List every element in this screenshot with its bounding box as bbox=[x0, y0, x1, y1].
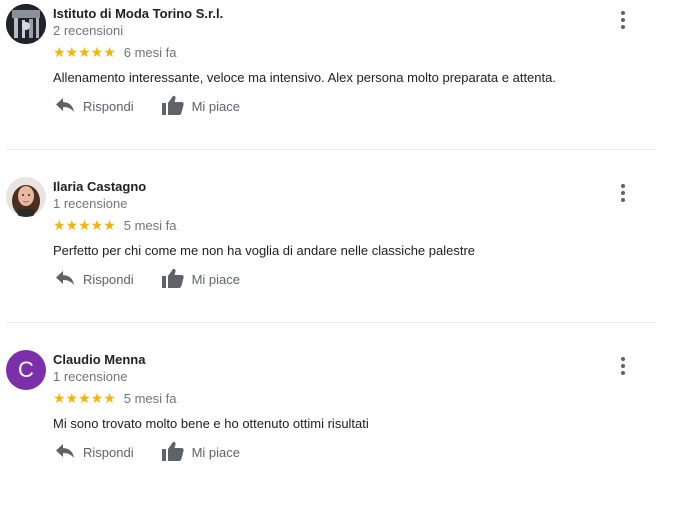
reply-button[interactable]: Rispondi bbox=[55, 443, 134, 462]
reviewer-avatar[interactable]: C bbox=[6, 350, 46, 390]
reviewer-avatar[interactable] bbox=[6, 177, 46, 217]
more-vert-icon bbox=[613, 11, 633, 36]
star-rating: ★★★★★ bbox=[53, 217, 116, 233]
review-time: 6 mesi fa bbox=[123, 45, 177, 60]
reply-label: Rispondi bbox=[83, 272, 134, 287]
review-count: 1 recensione bbox=[53, 369, 128, 384]
reviewer-name[interactable]: Claudio Menna bbox=[53, 352, 145, 367]
thumbs-up-icon bbox=[161, 268, 192, 291]
like-label: Mi piace bbox=[191, 445, 241, 460]
review-text: Mi sono trovato molto bene e ho ottenuto… bbox=[53, 416, 369, 431]
reviewer-name[interactable]: Istituto di Moda Torino S.r.l. bbox=[53, 6, 223, 21]
review-actions: Rispondi Mi piace bbox=[55, 95, 240, 118]
rating-row: ★★★★★ 5 mesi fa bbox=[53, 217, 177, 234]
review-time: 5 mesi fa bbox=[123, 391, 177, 406]
star-rating: ★★★★★ bbox=[53, 44, 116, 60]
rating-row: ★★★★★ 5 mesi fa bbox=[53, 390, 177, 407]
divider bbox=[6, 322, 656, 323]
rating-row: ★★★★★ 6 mesi fa bbox=[53, 44, 177, 61]
review-actions: Rispondi Mi piace bbox=[55, 268, 240, 291]
reviewer-avatar[interactable] bbox=[6, 4, 46, 44]
like-label: Mi piace bbox=[191, 99, 241, 114]
like-label: Mi piace bbox=[191, 272, 241, 287]
thumbs-up-icon bbox=[161, 441, 192, 464]
review-card: C Claudio Menna 1 recensione ★★★★★ 5 mes… bbox=[0, 346, 674, 486]
reply-icon bbox=[55, 270, 83, 289]
more-vert-icon bbox=[613, 184, 633, 209]
reviewer-name[interactable]: Ilaria Castagno bbox=[53, 179, 146, 194]
reply-icon bbox=[55, 97, 83, 116]
reply-icon bbox=[55, 443, 83, 462]
thumbs-up-icon bbox=[161, 95, 192, 118]
more-options-button[interactable] bbox=[613, 181, 633, 205]
divider bbox=[6, 149, 656, 150]
review-text: Perfetto per chi come me non ha voglia d… bbox=[53, 243, 476, 258]
like-button[interactable]: Mi piace bbox=[161, 95, 241, 118]
more-options-button[interactable] bbox=[613, 8, 633, 32]
reply-label: Rispondi bbox=[83, 99, 134, 114]
reply-label: Rispondi bbox=[83, 445, 134, 460]
reply-button[interactable]: Rispondi bbox=[55, 97, 134, 116]
like-button[interactable]: Mi piace bbox=[161, 268, 241, 291]
like-button[interactable]: Mi piace bbox=[161, 441, 241, 464]
review-time: 5 mesi fa bbox=[123, 218, 177, 233]
review-card: Istituto di Moda Torino S.r.l. 2 recensi… bbox=[0, 0, 674, 140]
review-text: Allenamento interessante, veloce ma inte… bbox=[53, 70, 556, 85]
reply-button[interactable]: Rispondi bbox=[55, 270, 134, 289]
more-options-button[interactable] bbox=[613, 354, 633, 378]
review-actions: Rispondi Mi piace bbox=[55, 441, 240, 464]
more-vert-icon bbox=[613, 357, 633, 382]
star-rating: ★★★★★ bbox=[53, 390, 116, 406]
review-count: 2 recensioni bbox=[53, 23, 124, 38]
review-count: 1 recensione bbox=[53, 196, 128, 211]
review-card: Ilaria Castagno 1 recensione ★★★★★ 5 mes… bbox=[0, 173, 674, 313]
